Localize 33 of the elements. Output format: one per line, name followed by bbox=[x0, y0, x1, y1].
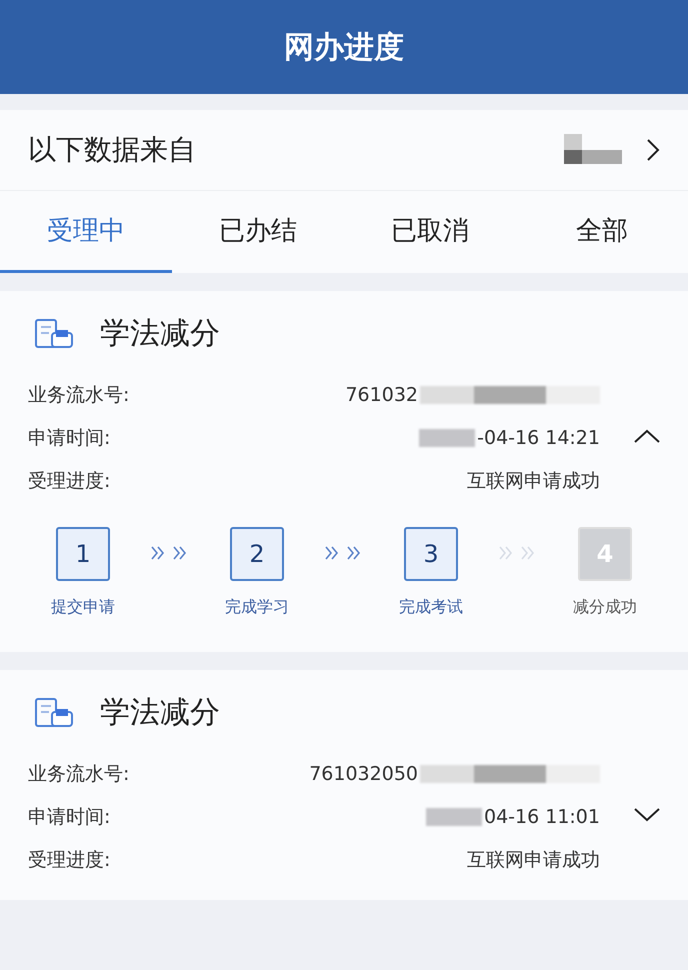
redaction-mark bbox=[419, 428, 476, 446]
tab[interactable]: 已办结 bbox=[172, 191, 344, 273]
step-label: 完成学习 bbox=[225, 597, 289, 618]
field-value: 互联网申请成功 bbox=[467, 848, 600, 872]
document-printer-icon bbox=[34, 316, 74, 350]
field-label: 业务流水号: bbox=[28, 762, 130, 786]
page-title: 网办进度 bbox=[284, 28, 404, 66]
step-number: 3 bbox=[404, 527, 458, 581]
field-value: 761032 bbox=[345, 384, 418, 406]
field-value: 04-16 11:01 bbox=[484, 806, 600, 828]
data-source-label: 以下数据来自 bbox=[28, 132, 197, 168]
step-label: 提交申请 bbox=[51, 597, 115, 618]
step-label: 完成考试 bbox=[399, 597, 463, 618]
step-number: 2 bbox=[230, 527, 284, 581]
step-label: 减分成功 bbox=[573, 597, 637, 618]
field-label: 受理进度: bbox=[28, 848, 110, 872]
field-value: -04-16 14:21 bbox=[477, 426, 600, 448]
tab[interactable]: 已取消 bbox=[344, 191, 516, 273]
data-source-row[interactable]: 以下数据来自 bbox=[0, 110, 688, 190]
field-label: 申请时间: bbox=[28, 804, 110, 830]
chevron-right-icon bbox=[646, 138, 660, 162]
document-printer-icon bbox=[34, 696, 74, 730]
redaction-mark bbox=[426, 808, 482, 826]
field-label: 业务流水号: bbox=[28, 382, 130, 408]
tab[interactable]: 受理中 bbox=[0, 191, 172, 273]
field-label: 受理进度: bbox=[28, 468, 110, 494]
field-value: 761032050 bbox=[309, 762, 418, 784]
card-title: 学法减分 bbox=[100, 315, 220, 353]
card-title: 学法减分 bbox=[100, 694, 220, 732]
field-value: 互联网申请成功 bbox=[467, 468, 600, 494]
step-number: 1 bbox=[56, 527, 110, 581]
tab[interactable]: 全部 bbox=[516, 191, 688, 273]
field-label: 申请时间: bbox=[28, 426, 110, 450]
